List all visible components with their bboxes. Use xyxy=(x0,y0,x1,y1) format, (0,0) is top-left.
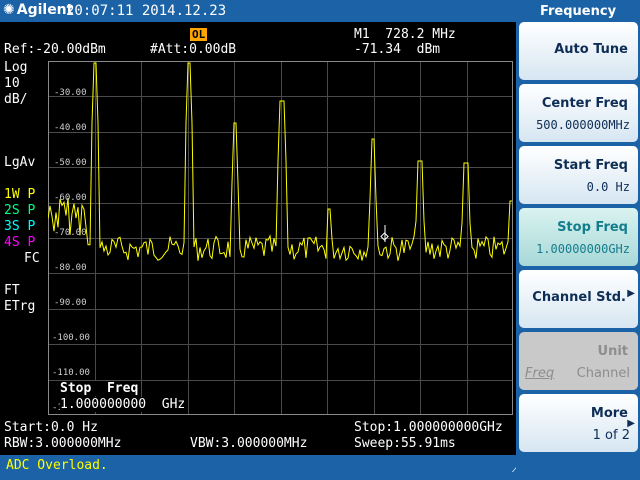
softkey-stop-freq[interactable]: Stop Freq 1.00000000GHz xyxy=(519,208,638,266)
y-tick: -50.00 xyxy=(54,158,87,168)
softkey-label: Channel Std. xyxy=(532,290,626,305)
status-bar: ADC Overload. ⟋ xyxy=(0,455,520,480)
ref-level: Ref:-20.00dBm xyxy=(4,42,106,57)
marker-amplitude: -71.34 dBm xyxy=(354,42,441,57)
softkey-value: 1.00000000GHz xyxy=(536,242,630,256)
sweep-time: Sweep:55.91ms xyxy=(354,436,456,451)
ft-indicator: FT xyxy=(4,283,20,298)
unit-option-channel[interactable]: Channel xyxy=(577,366,630,381)
y-tick: -100.00 xyxy=(52,333,90,343)
softkey-auto-tune[interactable]: Auto Tune xyxy=(519,22,638,80)
more-arrow-icon: ▶ xyxy=(627,418,635,429)
trace-4-label: 4S P xyxy=(4,235,36,250)
trace-1-label: 1W P xyxy=(4,187,36,202)
y-tick: -40.00 xyxy=(54,123,87,133)
y-tick: -70.00 xyxy=(54,228,87,238)
y-tick: -110.00 xyxy=(52,368,90,378)
softkey-value: 0.0 Hz xyxy=(586,180,630,194)
attenuation: #Att:0.00dB xyxy=(150,42,237,57)
active-function-label: Stop Freq xyxy=(60,381,139,396)
trace-1-line xyxy=(47,62,512,262)
softkey-more[interactable]: More 1 of 2 ▶ xyxy=(519,394,638,452)
fc-indicator: FC xyxy=(24,251,40,266)
softkey-label: Auto Tune xyxy=(554,42,628,57)
active-function-value: 1.000000000 GHz xyxy=(60,397,186,412)
softkey-channel-std[interactable]: Channel Std. ▶ xyxy=(519,270,638,328)
menu-title: Frequency xyxy=(539,4,617,19)
softkey-label: More xyxy=(590,406,628,421)
softkey-value: 1 of 2 xyxy=(592,428,630,443)
trace-3-label: 3S P xyxy=(4,219,36,234)
y-tick: -60.00 xyxy=(54,193,87,203)
y-tick: -90.00 xyxy=(54,298,87,308)
softkey-center-freq[interactable]: Center Freq 500.000000MHz xyxy=(519,84,638,142)
etrg-indicator: ETrg xyxy=(4,299,36,314)
softkey-label: Start Freq xyxy=(553,158,628,173)
softkey-label: Stop Freq xyxy=(557,220,628,235)
softkey-value: 500.000000MHz xyxy=(536,118,630,132)
agilent-spark-icon: ✺ xyxy=(3,2,15,18)
title-bar: ✺ Agilent 20:07:11 2014.12.23 xyxy=(0,0,516,22)
unit-option-freq[interactable]: Freq xyxy=(525,366,554,381)
y-tick: -30.00 xyxy=(54,88,87,98)
marker-frequency: M1 728.2 MHz xyxy=(354,27,456,42)
brand-logo: ✺ Agilent xyxy=(3,2,73,18)
softkey-start-freq[interactable]: Start Freq 0.0 Hz xyxy=(519,146,638,204)
scale-type: Log xyxy=(4,60,28,75)
status-message: ADC Overload. xyxy=(6,458,108,473)
y-tick: -80.00 xyxy=(54,263,87,273)
scale-value: 10 xyxy=(4,76,20,91)
trace-2-label: 2S P xyxy=(4,203,36,218)
average-mode: LgAv xyxy=(4,155,36,170)
softkey-unit[interactable]: Unit Freq Channel xyxy=(519,332,638,390)
marker-1[interactable] xyxy=(380,225,389,242)
start-frequency: Start:0.0 Hz xyxy=(4,420,98,435)
rbw: RBW:3.000000MHz xyxy=(4,436,122,451)
datetime: 20:07:11 2014.12.23 xyxy=(66,3,227,19)
overload-badge: OL xyxy=(190,28,208,41)
spectrum-svg xyxy=(47,61,513,415)
brand-name: Agilent xyxy=(16,2,74,18)
spectrum-display[interactable] xyxy=(47,61,513,415)
scale-unit: dB/ xyxy=(4,92,28,107)
softkey-label: Unit xyxy=(597,344,628,359)
softkey-label: Center Freq xyxy=(541,96,628,111)
stop-frequency: Stop:1.000000000GHz xyxy=(354,420,503,435)
submenu-arrow-icon: ▶ xyxy=(627,288,635,299)
vbw: VBW:3.000000MHz xyxy=(190,436,308,451)
